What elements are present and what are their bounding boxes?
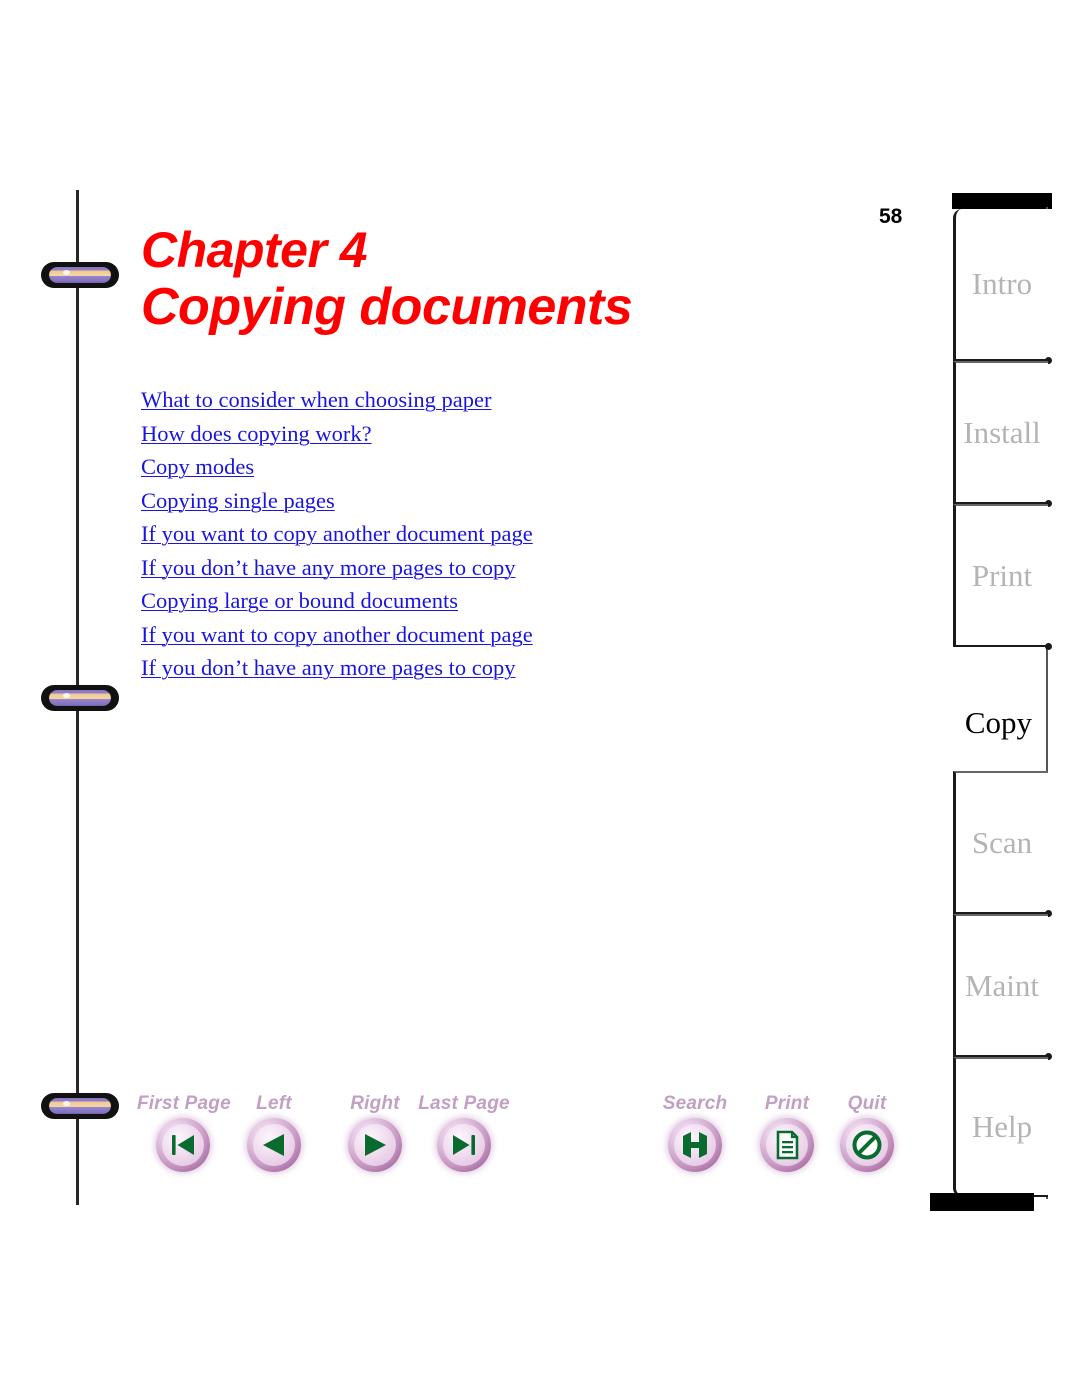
toc-link-how-does-copying-work[interactable]: How does copying work?: [141, 417, 372, 451]
tool-button-label: First Page: [137, 1093, 231, 1114]
chapter-title-heading: Copying documents: [141, 278, 633, 336]
chapter-number-heading: Chapter 4: [141, 222, 368, 278]
print-button[interactable]: Print: [741, 1093, 833, 1172]
tool-button-label: Search: [662, 1093, 728, 1114]
toc-link-if-you-dont-have-any-more-pages-to-copy-1[interactable]: If you don’t have any more pages to copy: [141, 551, 515, 585]
search-button[interactable]: Search: [649, 1093, 741, 1172]
sidebar-tab-label: Print: [971, 557, 1033, 593]
toc-link-what-to-consider-when-choosing-paper[interactable]: What to consider when choosing paper: [141, 383, 492, 417]
toc-link-if-you-want-to-copy-another-document-page-1[interactable]: If you want to copy another document pag…: [141, 517, 533, 551]
binder-ring: [41, 685, 119, 711]
tool-button-label: Quit: [847, 1093, 887, 1114]
sidebar-tab-label: Scan: [971, 824, 1033, 860]
last-page-button[interactable]: Last Page: [418, 1093, 510, 1172]
binder-ring-inner: [49, 690, 111, 706]
sidebar-tab-intro[interactable]: Intro: [953, 209, 1052, 364]
sidebar-tab-label: Maint: [964, 967, 1040, 1003]
tool-button-label: Left: [256, 1093, 292, 1114]
quit-icon[interactable]: [840, 1118, 894, 1172]
first-page-icon[interactable]: [156, 1118, 210, 1172]
sidebar-tab-print[interactable]: Print: [953, 504, 1052, 650]
sidebar-tab-scan[interactable]: Scan: [953, 771, 1052, 917]
tool-button-label: Last Page: [418, 1093, 510, 1114]
print-icon[interactable]: [760, 1118, 814, 1172]
previous-page-icon[interactable]: [247, 1118, 301, 1172]
toc-link-if-you-dont-have-any-more-pages-to-copy-2[interactable]: If you don’t have any more pages to copy: [141, 651, 515, 685]
left-button[interactable]: Left: [228, 1093, 320, 1172]
page-number: 58: [879, 205, 903, 228]
toc-link-copying-large-or-bound-documents[interactable]: Copying large or bound documents: [141, 584, 458, 618]
binder-ring: [41, 262, 119, 288]
quit-button[interactable]: Quit: [821, 1093, 913, 1172]
last-page-icon[interactable]: [437, 1118, 491, 1172]
manual-page: Chapter 4 Copying documents What to cons…: [0, 0, 1080, 1397]
tab-strip-top-bar: [952, 193, 1052, 209]
sidebar-tab-install[interactable]: Install: [953, 361, 1052, 507]
sidebar-tab-label: Install: [963, 414, 1041, 450]
toc-link-if-you-want-to-copy-another-document-page-2[interactable]: If you want to copy another document pag…: [141, 618, 533, 652]
page-title: Chapter 4 Copying documents: [141, 222, 861, 336]
tool-button-label: Right: [350, 1093, 400, 1114]
table-of-contents: What to consider when choosing paper How…: [141, 383, 841, 685]
search-icon[interactable]: [668, 1118, 722, 1172]
toc-link-copying-single-pages[interactable]: Copying single pages: [141, 484, 335, 518]
section-tab-strip: Intro Install Print Copy Scan Maint Help: [930, 193, 1052, 1211]
next-page-icon[interactable]: [348, 1118, 402, 1172]
sidebar-tab-maint[interactable]: Maint: [953, 914, 1052, 1060]
binder-ring-inner: [49, 267, 111, 283]
sidebar-tab-label: Intro: [971, 266, 1033, 301]
first-page-button[interactable]: First Page: [137, 1093, 231, 1172]
toc-link-copy-modes[interactable]: Copy modes: [141, 450, 254, 484]
right-button[interactable]: Right: [329, 1093, 421, 1172]
tool-button-label: Print: [764, 1093, 810, 1114]
navigation-toolbar: First Page Left Right Last Page Search Print Q…: [0, 1093, 1080, 1203]
sidebar-tab-label: Copy: [964, 705, 1032, 740]
